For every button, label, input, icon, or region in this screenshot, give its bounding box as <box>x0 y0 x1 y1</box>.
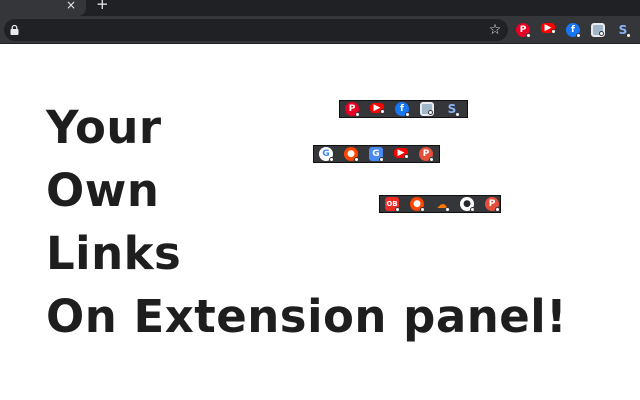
close-tab-icon[interactable]: × <box>66 0 76 13</box>
headline-line-3: Links <box>46 227 182 280</box>
lock-icon[interactable] <box>10 25 19 35</box>
headline-line-2: Own <box>46 164 160 217</box>
snippet-icon[interactable]: S <box>616 23 631 38</box>
pinterest-icon[interactable]: P <box>516 23 531 38</box>
headline-line-1: Your <box>46 101 162 154</box>
youtube-icon[interactable]: ▶ <box>541 23 556 34</box>
square-app-icon[interactable] <box>591 23 605 37</box>
new-tab-button[interactable]: + <box>96 0 109 12</box>
headline: Your Own Links On Extension panel! <box>46 96 616 348</box>
headline-line-4: On Extension panel! <box>46 290 568 343</box>
facebook-icon[interactable]: f <box>566 23 581 38</box>
browser-toolbar: ☆ P ▶ f S <box>0 16 640 44</box>
bookmark-star-icon[interactable]: ☆ <box>486 21 504 39</box>
tab-strip: × + <box>0 0 640 16</box>
address-bar[interactable]: ☆ <box>4 19 508 41</box>
browser-tab[interactable]: × <box>0 0 86 16</box>
